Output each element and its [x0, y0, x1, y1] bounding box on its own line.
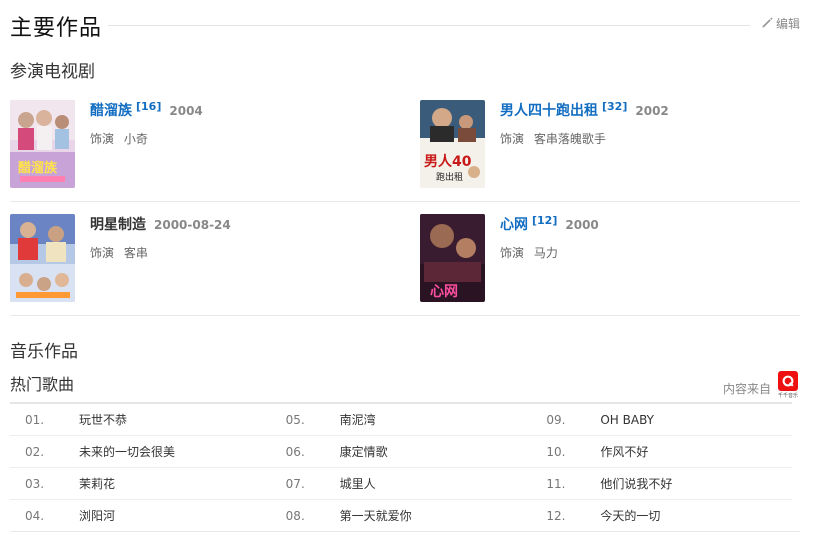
song-name[interactable]: 茉莉花	[64, 475, 115, 492]
role-label: 饰演	[500, 132, 525, 146]
table-row: 04. 浏阳河 08. 第一天就爱你 12. 今天的一切	[10, 500, 792, 532]
pencil-icon	[761, 16, 774, 32]
role-value: 马力	[533, 246, 558, 260]
tv-poster[interactable]: 男人40 跑出租	[420, 100, 485, 188]
tv-poster[interactable]	[10, 214, 75, 302]
song-item[interactable]: 11. 他们说我不好	[531, 475, 792, 492]
tv-info: 心网 [12] 2000 饰演 马力	[500, 214, 599, 261]
role-label: 饰演	[90, 246, 115, 260]
song-item[interactable]: 09. OH BABY	[531, 413, 792, 427]
song-number: 07.	[285, 476, 305, 491]
song-name[interactable]: 玩世不恭	[64, 411, 127, 428]
table-row: 02. 未来的一切会很美 06. 康定情歌 10. 作风不好	[10, 436, 792, 468]
role-value: 客串	[123, 246, 148, 260]
edit-label: 编辑	[775, 17, 800, 31]
song-name[interactable]: 作风不好	[585, 443, 648, 460]
tv-title-link[interactable]: 男人四十跑出租	[500, 100, 598, 120]
hot-songs-title: 热门歌曲	[10, 375, 75, 394]
song-name[interactable]: 未来的一切会很美	[64, 443, 175, 460]
tv-title-link[interactable]: 醋溜族	[90, 100, 132, 120]
content-source[interactable]: 内容来自 千千音乐	[723, 371, 799, 399]
tv-info: 男人四十跑出租 [32] 2002 饰演 客串落魄歌手	[500, 100, 669, 147]
tv-year: 2002	[635, 104, 669, 118]
song-number: 11.	[546, 476, 566, 491]
tv-poster[interactable]: 心网	[420, 214, 485, 302]
logo-caption: 千千音乐	[777, 393, 798, 399]
role-label: 饰演	[500, 246, 525, 260]
song-item[interactable]: 02. 未来的一切会很美	[10, 443, 271, 460]
svg-text:醋溜族: 醋溜族	[18, 160, 58, 176]
reference-link[interactable]: [12]	[532, 214, 557, 227]
header-divider	[108, 25, 750, 26]
song-number: 05.	[285, 412, 305, 427]
table-row: 03. 茉莉花 07. 城里人 11. 他们说我不好	[10, 468, 792, 500]
tv-card: 心网 心网 [12] 2000 饰演 马力	[420, 214, 800, 304]
song-item[interactable]: 07. 城里人	[271, 475, 532, 492]
song-number: 01.	[25, 412, 45, 427]
tv-poster[interactable]: 醋溜族	[10, 100, 75, 188]
works-panel: 主要作品 编辑 参演电视剧 醋溜族 醋溜族 [16] 2004 饰演 小奇 男人…	[0, 0, 819, 540]
tv-info: 明星制造 2000-08-24 饰演 客串	[90, 214, 231, 261]
song-item[interactable]: 10. 作风不好	[531, 443, 792, 460]
song-name[interactable]: 城里人	[325, 475, 376, 492]
source-label: 内容来自	[722, 382, 771, 396]
song-number: 06.	[285, 444, 305, 459]
tv-card: 明星制造 2000-08-24 饰演 客串	[10, 214, 390, 304]
edit-button[interactable]: 编辑	[761, 15, 800, 32]
song-name[interactable]: 第一天就爱你	[325, 507, 412, 524]
song-number: 12.	[546, 508, 566, 523]
svg-text:男人40: 男人40	[424, 153, 472, 170]
song-item[interactable]: 04. 浏阳河	[10, 507, 271, 524]
song-number: 08.	[285, 508, 305, 523]
song-name[interactable]: 今天的一切	[585, 507, 660, 524]
reference-link[interactable]: [32]	[602, 100, 627, 113]
reference-link[interactable]: [16]	[136, 100, 161, 113]
section-header: 主要作品 编辑	[10, 8, 800, 42]
song-name[interactable]: OH BABY	[585, 413, 654, 427]
music-section-title: 音乐作品	[10, 342, 78, 362]
song-item[interactable]: 01. 玩世不恭	[10, 411, 271, 428]
role-value: 客串落魄歌手	[533, 132, 606, 146]
song-item[interactable]: 05. 南泥湾	[271, 411, 532, 428]
tv-title: 明星制造	[90, 217, 146, 233]
song-name[interactable]: 康定情歌	[325, 443, 388, 460]
tv-year: 2004	[169, 104, 203, 118]
table-row: 01. 玩世不恭 05. 南泥湾 09. OH BABY	[10, 404, 792, 436]
song-number: 02.	[25, 444, 45, 459]
tv-section-title: 参演电视剧	[10, 62, 95, 82]
song-item[interactable]: 08. 第一天就爱你	[271, 507, 532, 524]
song-item[interactable]: 12. 今天的一切	[531, 507, 792, 524]
bottom-divider	[10, 531, 800, 532]
song-item[interactable]: 03. 茉莉花	[10, 475, 271, 492]
song-name[interactable]: 浏阳河	[64, 507, 115, 524]
row-divider	[10, 201, 800, 202]
song-table: 01. 玩世不恭 05. 南泥湾 09. OH BABY 02. 未来的一切会很美 06…	[10, 402, 792, 532]
svg-text:心网: 心网	[430, 284, 458, 300]
tv-title-link[interactable]: 心网	[500, 214, 528, 234]
music-logo[interactable]: 千千音乐	[777, 371, 799, 399]
tv-year: 2000	[565, 218, 599, 232]
song-item[interactable]: 06. 康定情歌	[271, 443, 532, 460]
qianqian-logo-icon	[778, 371, 798, 391]
song-number: 10.	[546, 444, 566, 459]
tv-card: 男人40 跑出租 男人四十跑出租 [32] 2002 饰演 客串落魄歌手	[420, 100, 800, 190]
tv-year: 2000-08-24	[154, 218, 231, 232]
song-name[interactable]: 他们说我不好	[585, 475, 672, 492]
role-label: 饰演	[90, 132, 115, 146]
song-number: 04.	[25, 508, 45, 523]
role-value: 小奇	[123, 132, 148, 146]
tv-info: 醋溜族 [16] 2004 饰演 小奇	[90, 100, 203, 147]
row-divider	[10, 315, 800, 316]
tv-card: 醋溜族 醋溜族 [16] 2004 饰演 小奇	[10, 100, 390, 190]
song-number: 03.	[25, 476, 45, 491]
page-title: 主要作品	[10, 16, 103, 41]
song-name[interactable]: 南泥湾	[325, 411, 376, 428]
song-number: 09.	[546, 412, 566, 427]
svg-text:跑出租: 跑出租	[436, 171, 463, 183]
